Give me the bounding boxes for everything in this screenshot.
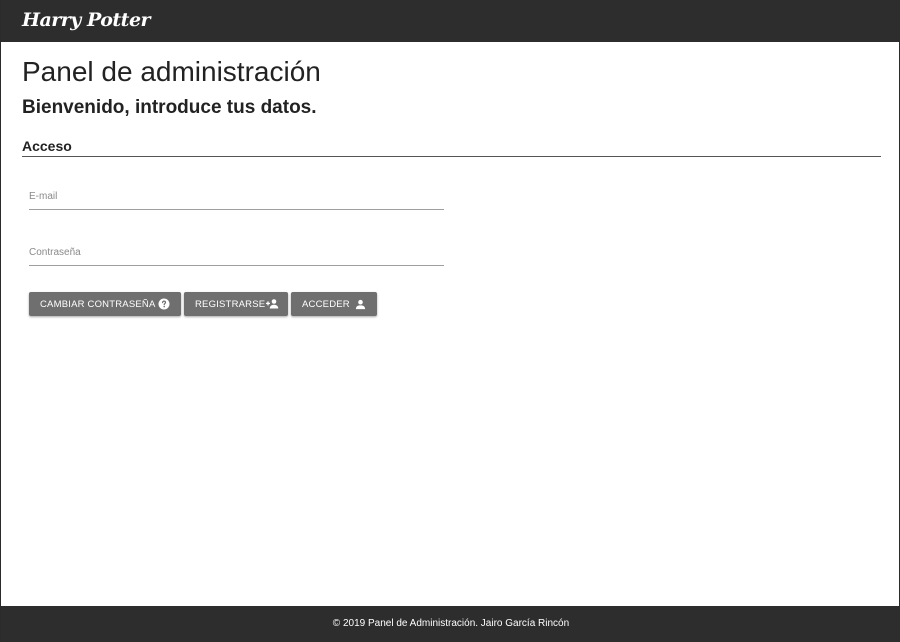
footer-text: © 2019 Panel de Administración. Jairo Ga… [332, 618, 570, 629]
login-button[interactable]: ACCEDER [291, 292, 377, 316]
password-field-wrapper [29, 240, 444, 266]
person-add-icon [265, 298, 279, 310]
change-password-button[interactable]: CAMBIAR CONTRASEÑA [29, 292, 181, 316]
page-subtitle: Bienvenido, introduce tus datos. [22, 97, 317, 118]
email-field[interactable] [29, 184, 444, 209]
person-icon [355, 299, 366, 310]
app-frame: Harry Potter Panel de administración Bie… [0, 0, 900, 642]
change-password-label: CAMBIAR CONTRASEÑA [40, 298, 156, 310]
footer: © 2019 Panel de Administración. Jairo Ga… [1, 606, 900, 642]
section-divider [22, 156, 881, 157]
section-heading-acceso: Acceso [22, 138, 72, 154]
top-bar: Harry Potter [1, 0, 900, 42]
email-field-wrapper [29, 184, 444, 210]
register-button[interactable]: REGISTRARSE [184, 292, 288, 316]
password-field[interactable] [29, 240, 444, 265]
help-circle-icon [158, 298, 170, 310]
register-label: REGISTRARSE [195, 298, 266, 310]
harry-potter-logo[interactable]: Harry Potter [22, 7, 151, 33]
login-label: ACCEDER [302, 298, 350, 310]
page-title: Panel de administración [22, 56, 321, 87]
